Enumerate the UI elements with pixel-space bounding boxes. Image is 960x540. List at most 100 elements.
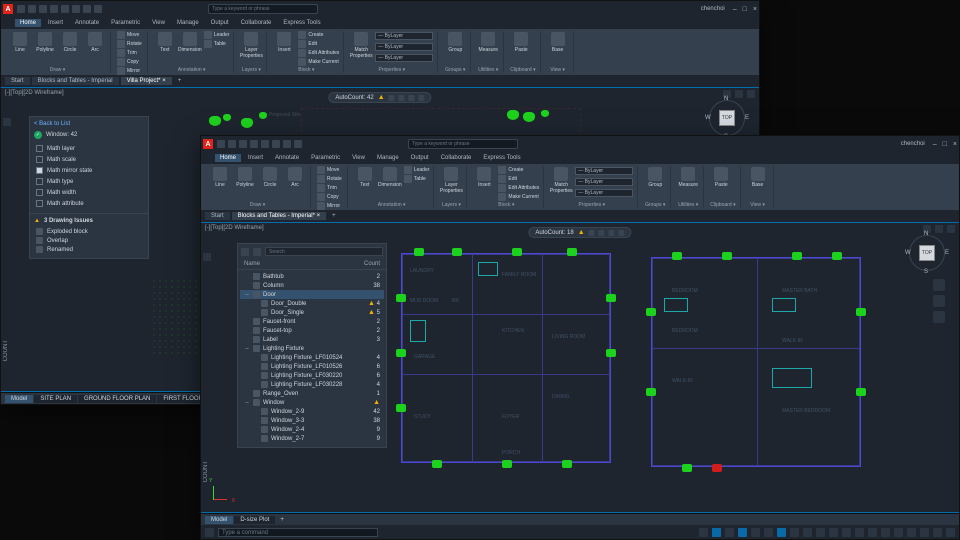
tree-node-window-3-3[interactable]: Window_3-338 bbox=[240, 416, 384, 425]
new-doc-tab-button[interactable]: + bbox=[174, 78, 186, 84]
copy-button[interactable]: Copy bbox=[317, 193, 343, 201]
qat-undo-icon[interactable] bbox=[272, 140, 280, 148]
count-details-palette[interactable]: < Back to List ✓ Window: 42 Math layerMa… bbox=[29, 116, 149, 259]
warning-icon[interactable]: ▲ bbox=[578, 229, 585, 236]
panel-label[interactable]: View ▾ bbox=[547, 66, 569, 73]
qat-save-icon[interactable] bbox=[39, 5, 47, 13]
tree-node-lighting-fixture-lf010524[interactable]: Lighting Fixture_LF0105244 bbox=[240, 353, 384, 362]
tree-node-window-2-7[interactable]: Window_2-79 bbox=[240, 434, 384, 443]
layout-tab-site-plan[interactable]: SITE PLAN bbox=[34, 395, 77, 403]
base-button[interactable]: Base bbox=[747, 166, 769, 188]
status-osnap-icon[interactable] bbox=[751, 528, 760, 537]
status-lwt-icon[interactable] bbox=[790, 528, 799, 537]
nav-tools[interactable] bbox=[933, 279, 945, 323]
status-snap-icon[interactable] bbox=[699, 528, 708, 537]
maximize-button[interactable]: □ bbox=[743, 6, 747, 13]
status-otrack-icon[interactable] bbox=[777, 528, 786, 537]
line-button[interactable]: Line bbox=[209, 166, 231, 188]
property-select-0[interactable]: — ByLayer bbox=[375, 32, 433, 40]
pill-refresh-icon[interactable] bbox=[609, 230, 615, 236]
rotate-button[interactable]: Rotate bbox=[317, 175, 343, 183]
status-annoscale-icon[interactable] bbox=[829, 528, 838, 537]
layer-properties-button[interactable]: Layer Properties bbox=[240, 31, 262, 59]
titlebar[interactable]: A Type a keyword or phrase chenchoi – □ … bbox=[1, 1, 759, 17]
qat-saveas-icon[interactable] bbox=[50, 5, 58, 13]
checkbox-icon[interactable] bbox=[36, 167, 43, 174]
layout-tab-model[interactable]: Model bbox=[5, 395, 33, 403]
viewcube-top[interactable]: TOP bbox=[919, 245, 935, 261]
help-search-input[interactable]: Type a keyword or phrase bbox=[408, 139, 518, 149]
status-annomonitor-icon[interactable] bbox=[855, 528, 864, 537]
checkbox-icon[interactable] bbox=[36, 145, 43, 152]
panel-label[interactable]: Clipboard ▾ bbox=[510, 66, 535, 73]
status-3dosnap-icon[interactable] bbox=[764, 528, 773, 537]
warning-icon[interactable]: ▲ bbox=[378, 94, 385, 101]
tree-node-door-double[interactable]: Door_Double▲ 4 bbox=[240, 299, 384, 308]
pill-prev-icon[interactable] bbox=[589, 230, 595, 236]
document-tabs[interactable]: Start Blocks and Tables - Imperial* × + bbox=[201, 210, 959, 222]
panel-label[interactable]: Layers ▾ bbox=[240, 66, 262, 73]
check-math-type[interactable]: Math type bbox=[34, 176, 144, 187]
pill-accept-icon[interactable] bbox=[419, 95, 425, 101]
property-select-1[interactable]: — ByLayer bbox=[375, 43, 433, 51]
status-model-icon[interactable] bbox=[205, 528, 214, 537]
checkbox-icon[interactable] bbox=[36, 200, 43, 207]
arc-button[interactable]: Arc bbox=[284, 166, 306, 188]
edit-button[interactable]: Edit bbox=[298, 40, 339, 48]
tree-node-bathtub[interactable]: Bathtub2 bbox=[240, 272, 384, 281]
status-transparency-icon[interactable] bbox=[803, 528, 812, 537]
ribbon-tab-insert[interactable]: Insert bbox=[243, 154, 268, 162]
line-button[interactable]: Line bbox=[9, 31, 31, 53]
ribbon-tab-manage[interactable]: Manage bbox=[372, 154, 404, 162]
ribbon-tab-output[interactable]: Output bbox=[206, 19, 234, 27]
status-customize-icon[interactable] bbox=[946, 528, 955, 537]
property-select-2[interactable]: — ByLayer bbox=[375, 54, 433, 62]
viewcube[interactable]: TOP N S E W bbox=[705, 96, 749, 140]
move-button[interactable]: Move bbox=[317, 166, 343, 174]
tree-node-label[interactable]: Label3 bbox=[240, 335, 384, 344]
tree-node-door-single[interactable]: Door_Single▲ 5 bbox=[240, 308, 384, 317]
tree-node-faucet-top[interactable]: Faucet-top2 bbox=[240, 326, 384, 335]
layout-tab-model[interactable]: Model bbox=[205, 516, 233, 524]
tree-node-window-2-9[interactable]: Window_2-942 bbox=[240, 407, 384, 416]
panel-label[interactable]: Annotation ▾ bbox=[354, 201, 430, 208]
status-isolate-icon[interactable] bbox=[907, 528, 916, 537]
table-button[interactable]: Table bbox=[404, 175, 430, 183]
doc-tab-1[interactable]: Villa Project* × bbox=[121, 77, 172, 85]
ribbon-tabs[interactable]: HomeInsertAnnotateParametricViewManageOu… bbox=[1, 17, 759, 29]
checkbox-icon[interactable] bbox=[36, 189, 43, 196]
count-collapse-icon[interactable] bbox=[203, 253, 211, 261]
new-layout-button[interactable]: + bbox=[276, 517, 288, 523]
minimize-button[interactable]: – bbox=[733, 6, 737, 13]
back-to-list-link[interactable]: < Back to List bbox=[34, 121, 144, 127]
status-grid-icon[interactable] bbox=[712, 528, 721, 537]
tree-node-lighting-fixture-lf010526[interactable]: Lighting Fixture_LF0105266 bbox=[240, 362, 384, 371]
viewcube[interactable]: TOP N S E W bbox=[905, 231, 949, 275]
qat-redo-icon[interactable] bbox=[83, 5, 91, 13]
twisty-icon[interactable]: – bbox=[244, 400, 250, 406]
circle-button[interactable]: Circle bbox=[259, 166, 281, 188]
palette-expand-icon[interactable] bbox=[253, 248, 261, 256]
titlebar[interactable]: A Type a keyword or phrase chenchoi – □ … bbox=[201, 136, 959, 152]
twisty-icon[interactable]: – bbox=[244, 346, 250, 352]
tree-node-window[interactable]: –Window▲ bbox=[240, 398, 384, 407]
ribbon-tab-express-tools[interactable]: Express Tools bbox=[278, 19, 325, 27]
ribbon-tab-home[interactable]: Home bbox=[15, 19, 41, 27]
ribbon-tab-annotate[interactable]: Annotate bbox=[70, 19, 104, 27]
qat-save-icon[interactable] bbox=[239, 140, 247, 148]
help-search-input[interactable]: Type a keyword or phrase bbox=[208, 4, 318, 14]
table-button[interactable]: Table bbox=[204, 40, 230, 48]
layer-properties-button[interactable]: Layer Properties bbox=[440, 166, 462, 194]
leader-button[interactable]: Leader bbox=[404, 166, 430, 174]
leader-button[interactable]: Leader bbox=[204, 31, 230, 39]
create-button[interactable]: Create bbox=[298, 31, 339, 39]
navwheel-icon[interactable] bbox=[933, 279, 945, 291]
pill-next-icon[interactable] bbox=[599, 230, 605, 236]
qat-open-icon[interactable] bbox=[228, 140, 236, 148]
pill-refresh-icon[interactable] bbox=[409, 95, 415, 101]
ucs-gizmo[interactable]: X Y bbox=[209, 484, 229, 504]
minimize-button[interactable]: – bbox=[933, 141, 937, 148]
panel-label[interactable]: Annotation ▾ bbox=[154, 66, 230, 73]
qat-undo-icon[interactable] bbox=[72, 5, 80, 13]
trim-button[interactable]: Trim bbox=[317, 184, 343, 192]
